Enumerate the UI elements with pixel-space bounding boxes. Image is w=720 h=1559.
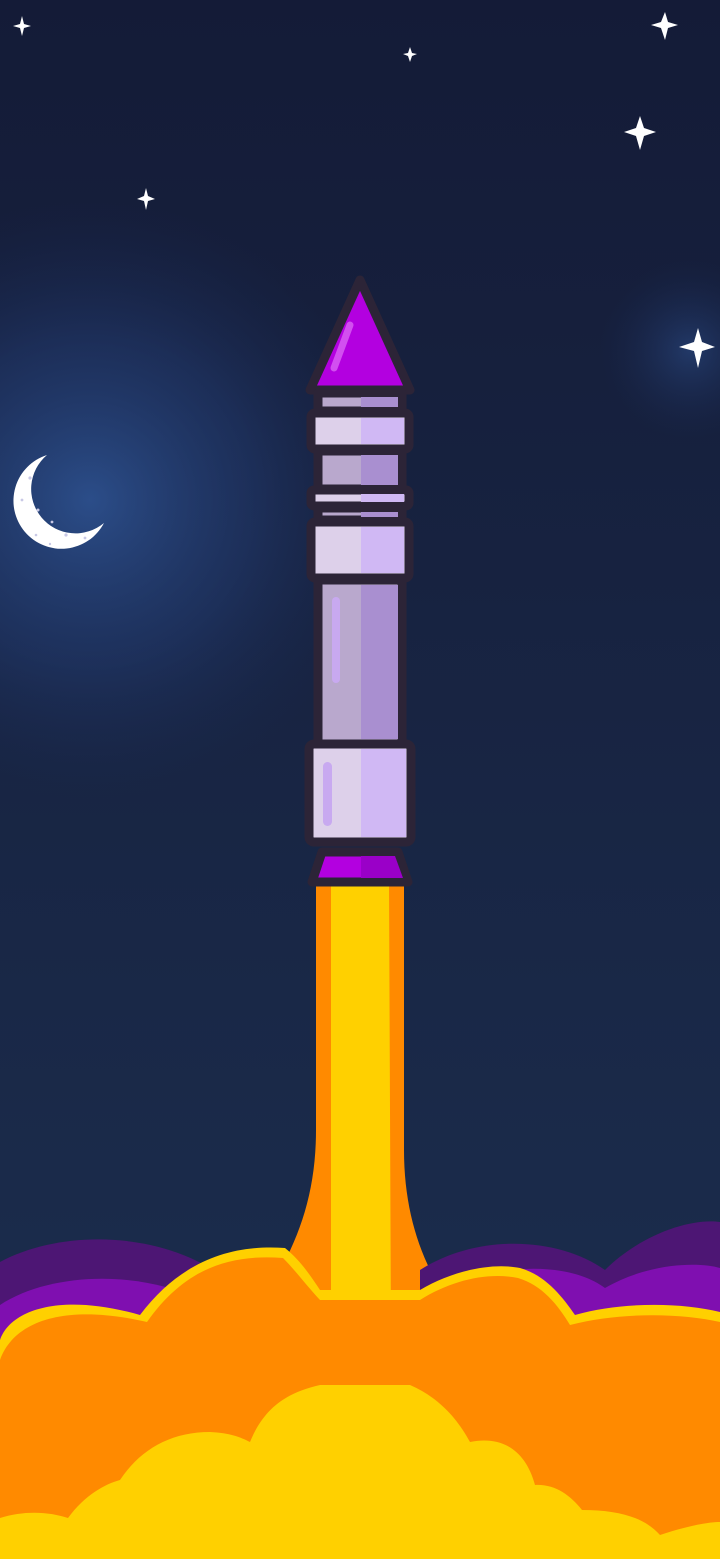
rocket-launch-scene [0,0,720,1559]
